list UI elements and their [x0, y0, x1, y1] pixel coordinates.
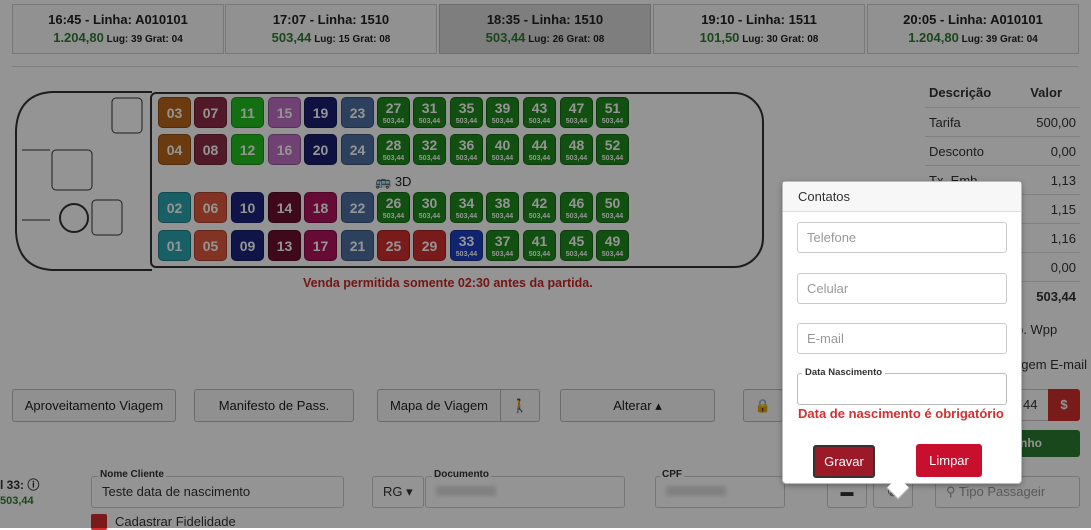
- celular-input[interactable]: Celular: [797, 273, 1007, 304]
- nascimento-error: Data de nascimento é obrigatório: [798, 406, 1004, 421]
- nascimento-highlight: Data Nascimento Data de nascimento é obr…: [789, 360, 1018, 430]
- telefone-input[interactable]: Telefone: [797, 222, 1007, 253]
- limpar-button[interactable]: Limpar: [916, 444, 982, 477]
- email-input[interactable]: E-mail: [797, 323, 1007, 354]
- gravar-button[interactable]: Gravar: [813, 445, 875, 478]
- nascimento-label: Data Nascimento: [802, 367, 886, 378]
- popover-title: Contatos: [783, 182, 1021, 212]
- contatos-popover: Contatos Telefone Celular E-mail Gravar …: [782, 181, 1022, 484]
